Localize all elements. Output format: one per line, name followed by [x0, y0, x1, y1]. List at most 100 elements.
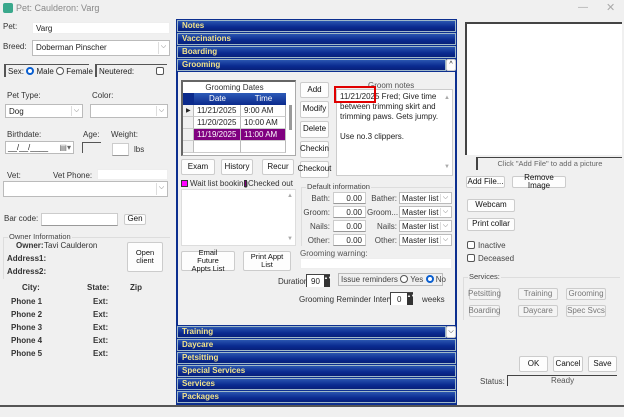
color-select[interactable]: ⌵	[90, 104, 168, 118]
price-input[interactable]: 0.00	[333, 220, 366, 232]
price-input[interactable]: 0.00	[333, 206, 366, 218]
vet-select[interactable]: ⌵	[3, 181, 168, 197]
waitlist-listbox[interactable]: ▲ ▼	[181, 189, 296, 246]
close-icon[interactable]: ✕	[606, 1, 615, 14]
female-radio[interactable]	[56, 67, 65, 75]
print-collar-button[interactable]: Print collar	[467, 218, 515, 231]
neutered-checkbox[interactable]	[156, 67, 164, 75]
checkin-button[interactable]: Checkin	[300, 141, 329, 158]
ok-button[interactable]: OK	[519, 356, 548, 372]
add-file-button[interactable]: Add File...	[466, 176, 505, 188]
row-3-date[interactable]: 11/19/2025	[194, 129, 241, 141]
zip-label: Zip	[130, 283, 142, 292]
birthdate-label: Birthdate:	[7, 130, 42, 139]
barcode-input[interactable]	[41, 213, 118, 226]
price-input[interactable]: 0.00	[333, 192, 366, 204]
pet-type-select[interactable]: Dog ⌵	[5, 104, 83, 118]
scroll-down-icon[interactable]: ▼	[444, 162, 450, 172]
reminders-yes-radio[interactable]	[400, 275, 409, 283]
section-daycare[interactable]: Daycare	[177, 339, 456, 351]
scroll-up-icon[interactable]: ▲	[444, 93, 450, 103]
row-3-time[interactable]: 11:00 AM	[241, 129, 286, 141]
male-radio[interactable]	[26, 67, 35, 75]
row-4-selector[interactable]	[183, 141, 194, 153]
section-services[interactable]: Services	[177, 378, 456, 390]
expand-down-icon[interactable]: ⌵	[446, 326, 456, 338]
add-button[interactable]: Add	[300, 82, 329, 98]
section-boarding[interactable]: Boarding	[177, 46, 456, 58]
staff-select[interactable]: Master list ⌵	[399, 206, 452, 218]
inactive-checkbox[interactable]	[467, 241, 475, 249]
breed-select[interactable]: Doberman Pinscher ⌵	[32, 40, 170, 56]
section-packages[interactable]: Packages	[177, 391, 456, 403]
section-special-services[interactable]: Special Services	[177, 365, 456, 377]
recur-button[interactable]: Recur	[262, 159, 294, 175]
chevron-down-icon: ⌵	[71, 106, 81, 116]
row-1-date[interactable]: 11/21/2025	[194, 105, 241, 117]
section-training[interactable]: Training	[177, 326, 446, 338]
collapse-up-icon[interactable]: ^	[446, 59, 456, 71]
row-2-date[interactable]: 11/20/2025	[194, 117, 241, 129]
service-boarding-button[interactable]: Boarding	[468, 305, 501, 317]
grid-header-time[interactable]: Time	[241, 93, 286, 105]
grid-header-date[interactable]: Date	[194, 93, 241, 105]
section-petsitting[interactable]: Petsitting	[177, 352, 456, 364]
save-button[interactable]: Save	[588, 356, 617, 372]
cancel-button[interactable]: Cancel	[553, 356, 583, 372]
modify-button[interactable]: Modify	[300, 101, 329, 118]
owner-value: Tavi Caulderon	[44, 241, 98, 250]
exam-button[interactable]: Exam	[181, 159, 215, 175]
section-notes[interactable]: Notes	[177, 20, 456, 32]
price-input[interactable]: 0.00	[333, 234, 366, 246]
row-4-date[interactable]	[194, 141, 241, 153]
staff-select[interactable]: Master list ⌵	[399, 192, 452, 204]
service-petsitting-button[interactable]: Petsitting	[468, 288, 501, 300]
service-training-button[interactable]: Training	[518, 288, 558, 300]
open-client-button[interactable]: Open client	[127, 242, 163, 272]
vet-phone-input[interactable]	[97, 169, 168, 180]
spinner-arrows-icon[interactable]: ▲▼	[324, 275, 332, 287]
weight-input[interactable]	[112, 143, 129, 156]
row-2-time[interactable]: 10:00 AM	[241, 117, 286, 129]
history-button[interactable]: History	[221, 159, 253, 175]
row-3-selector[interactable]	[183, 129, 194, 141]
owner-info-label: Owner Information	[8, 232, 72, 241]
staff-select[interactable]: Master list ⌵	[399, 234, 452, 246]
spinner-arrows-icon[interactable]: ▲▼	[407, 293, 415, 305]
pet-name-input[interactable]: Varg	[32, 22, 170, 34]
deceased-checkbox[interactable]	[467, 254, 475, 262]
scroll-up-icon[interactable]: ▲	[287, 193, 293, 199]
row-2-selector[interactable]	[183, 117, 194, 129]
email-future-appts-button[interactable]: Email Future Appts List	[181, 249, 235, 272]
pet-type-label: Pet Type:	[7, 91, 41, 100]
grid-scrollbar[interactable]	[289, 105, 292, 130]
phone-3-label: Phone 3	[11, 323, 43, 332]
checked-out-legend: Checked out	[248, 179, 293, 188]
gen-button[interactable]: Gen	[124, 214, 146, 225]
section-vaccinations[interactable]: Vaccinations	[177, 33, 456, 45]
reminder-interval-label: Grooming Reminder Interval:	[299, 295, 402, 304]
reminders-no-radio[interactable]	[425, 275, 434, 283]
age-label: Age:	[83, 130, 100, 139]
grooming-warning-input[interactable]	[300, 258, 452, 269]
remove-image-button[interactable]: Remove Image	[512, 173, 566, 190]
service-grooming-button[interactable]: Grooming	[566, 288, 606, 300]
calendar-icon[interactable]: ▤▾	[59, 143, 71, 152]
checkout-button[interactable]: Checkout	[298, 161, 331, 178]
webcam-button[interactable]: Webcam	[467, 199, 515, 212]
section-grooming[interactable]: Grooming	[177, 59, 446, 71]
staff-select[interactable]: Master list ⌵	[399, 220, 452, 232]
birthdate-input[interactable]: __/__/____ ▤▾	[5, 141, 74, 154]
print-appt-list-button[interactable]: Print Appt List	[243, 251, 291, 271]
row-1-time[interactable]: 9:00 AM	[241, 105, 286, 117]
minimize-icon[interactable]: —	[578, 2, 588, 13]
service-daycare-button[interactable]: Daycare	[518, 305, 558, 317]
weight-label: Weight:	[111, 130, 138, 139]
row-4-time[interactable]	[241, 141, 286, 153]
interval-spinner[interactable]: 0 ▲▼	[390, 292, 415, 305]
delete-button[interactable]: Delete	[300, 121, 329, 138]
duration-spinner[interactable]: 90 ▲▼	[306, 274, 332, 287]
row-selector-icon[interactable]: ▶	[183, 105, 194, 117]
scroll-down-icon[interactable]: ▼	[287, 236, 293, 242]
service-spec-svcs-button[interactable]: Spec Svcs	[566, 305, 606, 317]
